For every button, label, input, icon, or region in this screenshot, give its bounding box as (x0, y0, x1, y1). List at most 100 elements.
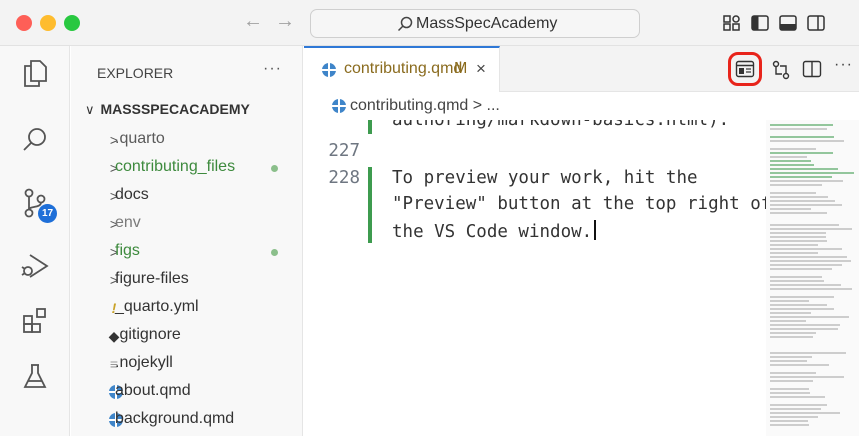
chevron-down-icon: ∨ (85, 102, 95, 117)
toggle-secondary-sidebar-icon[interactable] (806, 13, 826, 33)
tab-label: contributing.qmd (344, 60, 463, 77)
more-actions-icon[interactable]: ··· (834, 56, 853, 74)
tree-item-label: .nojekyll (115, 354, 173, 371)
minimap-line (770, 288, 852, 290)
tab-contributing-qmd[interactable]: contributing.qmd M × (304, 46, 500, 92)
minimap-line (770, 156, 807, 158)
source-control-badge: 17 (38, 204, 57, 223)
minimap-line (770, 228, 852, 230)
tree-item-label: .gitignore (115, 326, 181, 343)
minimap-line (770, 424, 809, 426)
arrow-left-icon[interactable]: ← (243, 10, 263, 33)
minimap-line (770, 124, 833, 126)
minimap-line (770, 168, 838, 170)
minimap-line (770, 376, 844, 378)
minimap-line (770, 240, 827, 242)
tree-item[interactable]: ◆ .gitignore (71, 322, 302, 350)
minimap-line (770, 304, 827, 306)
tree-item[interactable]: > env (71, 210, 302, 238)
maximize-window-button[interactable] (64, 15, 80, 31)
minimap-line (770, 312, 811, 314)
more-actions-icon[interactable]: ··· (263, 60, 282, 78)
minimap-line (770, 392, 810, 394)
testing-icon[interactable] (0, 349, 70, 403)
search-icon[interactable] (0, 113, 70, 167)
minimap-line (770, 140, 844, 142)
breadcrumb-path[interactable]: contributing.qmd > ... (350, 97, 500, 115)
tree-item[interactable]: > figs (71, 238, 302, 266)
minimap-line (770, 352, 846, 354)
minimap-line (770, 212, 827, 214)
tree-item-label: docs (115, 186, 149, 203)
minimap-line (770, 396, 825, 398)
minimap-line (770, 244, 818, 246)
minimap-line (770, 296, 834, 298)
source-control-icon[interactable]: 17 (0, 176, 70, 230)
minimap-line (770, 356, 812, 358)
minimap-line (770, 264, 842, 266)
minimap-line (770, 164, 814, 166)
customize-layout-icon[interactable] (722, 13, 742, 33)
split-editor-icon[interactable] (802, 60, 822, 78)
preview-icon (735, 60, 755, 78)
breadcrumb: contributing.qmd > ... (304, 94, 764, 120)
git-status-dot (271, 249, 278, 256)
preview-button[interactable] (728, 52, 762, 86)
tree-item[interactable]: ! _quarto.yml (71, 294, 302, 322)
tree-item[interactable]: > contributing_files (71, 154, 302, 182)
title-bar: ← → MassSpecAcademy (0, 0, 859, 46)
minimap[interactable] (766, 120, 859, 436)
tree-item-label: .quarto (115, 130, 165, 147)
minimap-line (770, 412, 840, 414)
minimap-line (770, 404, 827, 406)
tree-item[interactable]: about.qmd (71, 378, 302, 406)
sidebar-title: EXPLORER (97, 65, 174, 81)
git-added-gutter (368, 167, 372, 243)
explorer-sidebar: EXPLORER ··· ∨ MASSSPECACADEMY > .quarto > c… (71, 46, 303, 436)
close-window-button[interactable] (16, 15, 32, 31)
close-tab-icon[interactable]: × (476, 59, 486, 79)
tree-item[interactable]: > figure-files (71, 266, 302, 294)
command-center-search[interactable]: MassSpecAcademy (310, 9, 640, 38)
minimap-line (770, 280, 824, 282)
tree-item-label: figs (115, 242, 140, 259)
open-changes-icon[interactable] (772, 60, 790, 80)
tree-item[interactable]: ≡ .nojekyll (71, 350, 302, 378)
tree-item-label: about.qmd (115, 382, 191, 399)
minimap-line (770, 408, 821, 410)
tree-item-label: figure-files (115, 270, 189, 287)
code-line: To preview your work, hit the (392, 168, 698, 188)
minimap-line (770, 388, 809, 390)
extensions-icon[interactable] (0, 293, 70, 347)
activity-bar: 17 (0, 46, 70, 436)
toggle-panel-icon[interactable] (778, 13, 798, 33)
minimap-line (770, 160, 811, 162)
minimap-line (770, 196, 828, 198)
code-line: authoring/markdown-basics.html). (392, 120, 730, 130)
tree-item[interactable]: > .quarto (71, 126, 302, 154)
minimap-line (770, 184, 822, 186)
toggle-primary-sidebar-icon[interactable] (750, 13, 770, 33)
git-status-dot (271, 165, 278, 172)
minimap-line (770, 252, 818, 254)
minimap-line (770, 332, 816, 334)
minimize-window-button[interactable] (40, 15, 56, 31)
minimap-line (770, 148, 816, 150)
workspace-root-folder[interactable]: ∨ MASSSPECACADEMY (85, 101, 250, 118)
code-editor[interactable]: authoring/markdown-basics.html). 227 228… (304, 120, 766, 436)
text-cursor (594, 220, 597, 240)
tree-item[interactable]: > docs (71, 182, 302, 210)
workspace-root-label: MASSSPECACADEMY (100, 101, 250, 117)
minimap-line (770, 360, 807, 362)
tree-item-label: env (115, 214, 141, 231)
minimap-line (770, 268, 832, 270)
tree-item[interactable]: background.qmd (71, 406, 302, 434)
minimap-line (770, 172, 854, 174)
minimap-line (770, 316, 849, 318)
run-debug-icon[interactable] (0, 239, 70, 293)
code-line: "Preview" button at the top right of (392, 194, 766, 214)
files-icon[interactable] (0, 46, 70, 100)
minimap-line (770, 260, 851, 262)
arrow-right-icon[interactable]: → (275, 10, 295, 33)
search-icon (397, 16, 413, 32)
